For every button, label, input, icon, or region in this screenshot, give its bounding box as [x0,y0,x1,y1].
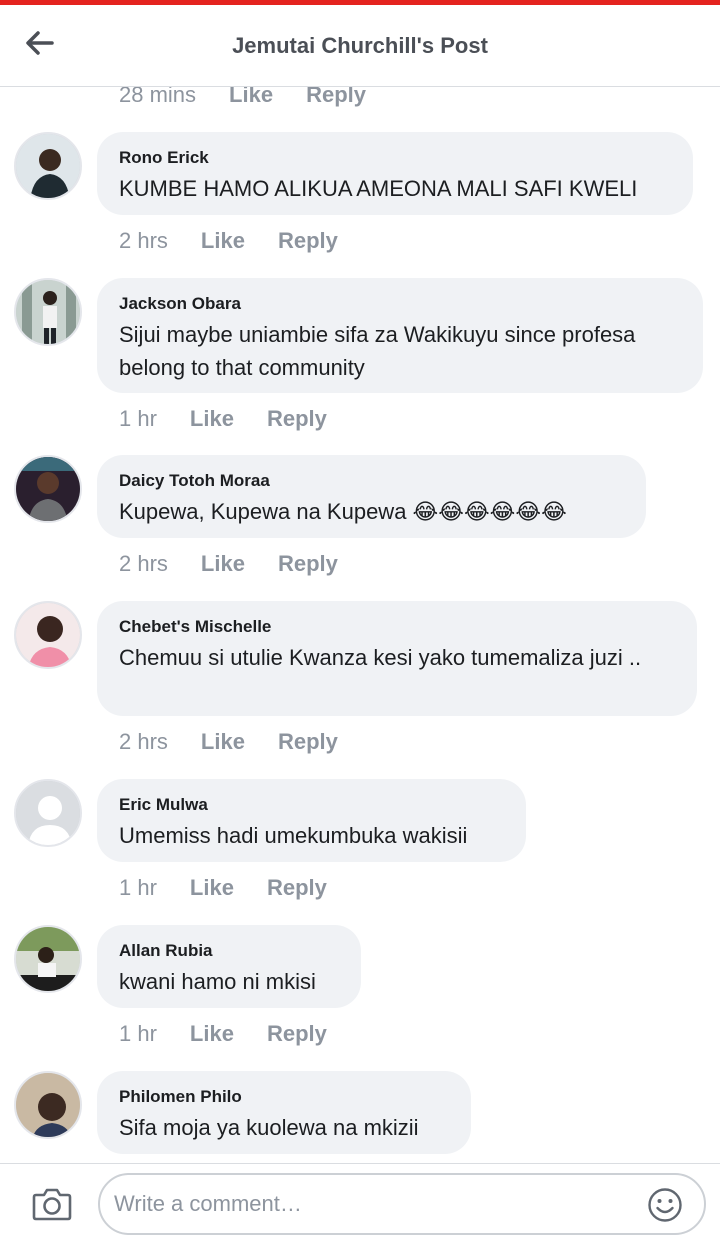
avatar-photo [16,134,80,198]
comment-bubble[interactable]: Philomen Philo Sifa moja ya kuolewa na m… [97,1071,471,1154]
comment-meta-row: 2 hrs Like Reply [119,228,371,254]
comment-time[interactable]: 2 hrs [119,228,168,254]
like-button[interactable]: Like [190,875,234,901]
reply-button[interactable]: Reply [278,729,338,755]
comment-meta-row: 28 mins Like Reply [119,87,399,108]
comment-time[interactable]: 28 mins [119,87,196,108]
comment-bubble[interactable]: Daicy Totoh Moraa Kupewa, Kupewa na Kupe… [97,455,646,538]
like-button[interactable]: Like [190,406,234,432]
comment-time[interactable]: 2 hrs [119,551,168,577]
avatar-photo [16,927,80,991]
comment-author[interactable]: Eric Mulwa [119,795,504,815]
page-title: Jemutai Churchill's Post [232,33,488,58]
comment-time[interactable]: 1 hr [119,406,157,432]
comment-text: kwani hamo ni mkisi [119,969,316,994]
avatar[interactable] [14,601,82,669]
comment-meta-row: 2 hrs Like Reply [119,729,371,755]
reply-button[interactable]: Reply [278,551,338,577]
avatar[interactable] [14,132,82,200]
avatar[interactable] [14,278,82,346]
avatar[interactable] [14,455,82,523]
comment-time[interactable]: 2 hrs [119,729,168,755]
like-button[interactable]: Like [201,551,245,577]
reply-button[interactable]: Reply [278,228,338,254]
comment-author[interactable]: Rono Erick [119,148,671,168]
reply-button[interactable]: Reply [306,87,366,108]
smiley-icon [648,1188,682,1222]
comment-author[interactable]: Chebet's Mischelle [119,617,675,637]
reply-button[interactable]: Reply [267,406,327,432]
reply-button[interactable]: Reply [267,1021,327,1047]
default-avatar-icon [16,781,80,845]
comment-time[interactable]: 1 hr [119,875,157,901]
comment-text: Umemiss hadi umekumbuka wakisii [119,823,468,848]
like-button[interactable]: Like [229,87,273,108]
comment-author[interactable]: Jackson Obara [119,294,681,314]
avatar-photo [16,280,80,344]
comment-bubble[interactable]: Jackson Obara Sijui maybe uniambie sifa … [97,278,703,393]
post-header: Jemutai Churchill's Post [0,5,720,87]
like-button[interactable]: Like [190,1021,234,1047]
avatar[interactable] [14,1071,82,1139]
avatar-photo [16,1073,80,1137]
like-button[interactable]: Like [201,228,245,254]
comment-bubble[interactable]: Allan Rubia kwani hamo ni mkisi [97,925,361,1008]
comment-time[interactable]: 1 hr [119,1021,157,1047]
comment-composer [0,1163,720,1244]
comment-text: Chemuu si utulie Kwanza kesi yako tumema… [119,645,642,670]
comment-meta-row: 1 hr Like Reply [119,875,360,901]
comment-author[interactable]: Allan Rubia [119,941,339,961]
camera-icon [32,1188,72,1221]
reply-button[interactable]: Reply [267,875,327,901]
comment-meta-row: 1 hr Like Reply [119,1021,360,1047]
comment-bubble[interactable]: Chebet's Mischelle Chemuu si utulie Kwan… [97,601,697,716]
comment-meta-row: 1 hr Like Reply [119,406,360,432]
comment-bubble[interactable]: Eric Mulwa Umemiss hadi umekumbuka wakis… [97,779,526,862]
comment-author[interactable]: Daicy Totoh Moraa [119,471,624,491]
comment-input[interactable] [98,1173,706,1235]
comment-bubble[interactable]: Rono Erick KUMBE HAMO ALIKUA AMEONA MALI… [97,132,693,215]
camera-button[interactable] [32,1186,72,1222]
comment-text: Sijui maybe uniambie sifa za Wakikuyu si… [119,322,636,380]
comment-meta-row: 2 hrs Like Reply [119,551,371,577]
like-button[interactable]: Like [201,729,245,755]
avatar[interactable] [14,925,82,993]
comment-text: Sifa moja ya kuolewa na mkizii [119,1115,419,1140]
avatar[interactable] [14,779,82,847]
comment-author[interactable]: Philomen Philo [119,1087,449,1107]
emoji-button[interactable] [647,1187,683,1223]
comments-feed[interactable]: 28 mins Like Reply Rono Erick KUMBE HAMO… [0,87,720,1163]
avatar-photo [16,457,80,521]
avatar-photo [16,603,80,667]
comment-text: Kupewa, Kupewa na Kupewa 😂😂😂😂😂😂 [119,499,567,524]
comment-text: KUMBE HAMO ALIKUA AMEONA MALI SAFI KWELI [119,176,638,201]
